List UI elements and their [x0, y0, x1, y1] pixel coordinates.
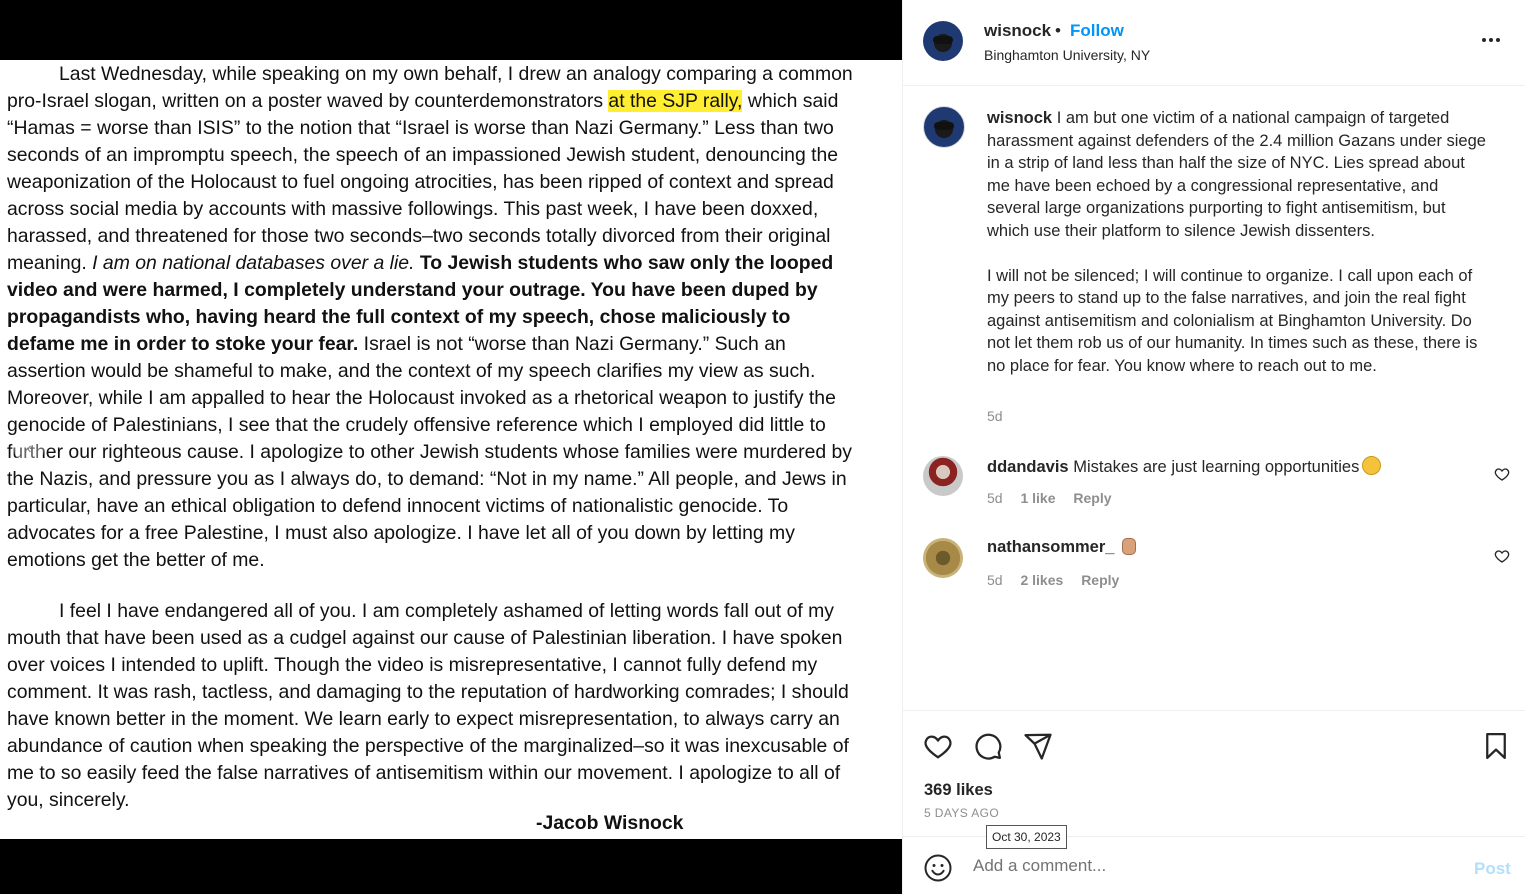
text-line: assertion would be shameful to make, and… — [7, 360, 816, 382]
text-line: you, sincerely. — [7, 789, 130, 811]
caption-timestamp[interactable]: 5d — [987, 408, 1003, 424]
raised-fist-emoji — [1122, 538, 1137, 555]
text-line: weaponization of the Holocaust to fuel o… — [7, 171, 834, 193]
caption-username[interactable]: wisnock — [987, 109, 1052, 127]
comment-text: Mistakes are just learning opportunities — [1073, 458, 1360, 476]
text-line: the Nazis, and pressure you as I always … — [7, 468, 847, 490]
comment-time[interactable]: 5d — [987, 572, 1003, 588]
comment-likes[interactable]: 2 likes — [1020, 572, 1063, 588]
caption-text: I will not be silenced; I will continue … — [987, 266, 1478, 375]
bold-text: To Jewish students who saw only the loop… — [419, 252, 834, 274]
comment: nathansommer_ 5d 2 likes Reply — [903, 538, 1525, 608]
grinning-face-emoji — [1362, 456, 1382, 475]
text-line: seconds of an impromptu speech, the spee… — [7, 144, 839, 166]
comment-time[interactable]: 5d — [987, 490, 1003, 506]
comment: ddandavis Mistakes are just learning opp… — [903, 456, 1525, 526]
post-header: wisnock • Follow Binghamton University, … — [903, 0, 1525, 86]
text-line: propagandists who, having heard the full… — [7, 306, 791, 328]
text-line: across social media by accounts with mas… — [7, 198, 819, 220]
text-line: abundance of caution when speaking the p… — [7, 735, 849, 757]
heart-icon[interactable] — [1494, 548, 1510, 564]
location-link[interactable]: Binghamton University, NY — [984, 47, 1150, 63]
comment-icon[interactable] — [973, 731, 1003, 761]
avatar[interactable] — [923, 538, 963, 578]
text-line: advocates for a free Palestine, I must a… — [7, 522, 795, 544]
text-line: Moreover, while I am appalled to hear th… — [7, 387, 836, 409]
comment-body: nathansommer_ — [987, 538, 1137, 557]
text-line: emotions get the better of me. — [7, 549, 265, 571]
avatar[interactable] — [923, 21, 963, 61]
comment-username[interactable]: ddandavis — [987, 458, 1069, 476]
italic-text: I am on national databases over a lie. — [92, 252, 415, 274]
text-line: me to so easily feed the false narrative… — [7, 762, 841, 784]
comment-meta: 5d 2 likes Reply — [987, 572, 1133, 588]
post-timestamp[interactable]: 5 DAYS AGO — [924, 806, 999, 820]
text-line: Last Wednesday, while speaking on my own… — [59, 63, 853, 85]
document-image: Last Wednesday, while speaking on my own… — [0, 60, 902, 839]
comment-input[interactable] — [973, 851, 1453, 881]
follow-button[interactable]: Follow — [1070, 21, 1124, 41]
share-icon[interactable] — [1023, 731, 1053, 761]
separator-dot: • — [1055, 21, 1061, 40]
text-line: meaning. I am on national databases over… — [7, 252, 834, 274]
date-tooltip: Oct 30, 2023 — [986, 825, 1067, 849]
highlighted-text: at the SJP rally, — [608, 90, 743, 112]
text-line: have known better in the moment. We lear… — [7, 708, 840, 730]
heart-icon[interactable] — [1494, 466, 1510, 482]
post-panel: wisnock • Follow Binghamton University, … — [902, 0, 1525, 894]
smiley-icon[interactable] — [923, 853, 953, 883]
likes-count[interactable]: 369 likes — [924, 781, 993, 800]
comment-likes[interactable]: 1 like — [1020, 490, 1055, 506]
post-media: Last Wednesday, while speaking on my own… — [0, 0, 902, 894]
comment-meta: 5d 1 like Reply — [987, 490, 1126, 506]
comment-username[interactable]: nathansommer_ — [987, 538, 1114, 556]
bookmark-icon[interactable] — [1481, 731, 1511, 761]
avatar[interactable] — [923, 456, 963, 496]
signature: -Jacob Wisnock — [536, 812, 684, 834]
author-username[interactable]: wisnock — [984, 21, 1051, 41]
text-line: pro-Israel slogan, written on a poster w… — [7, 90, 839, 112]
caption-avatar[interactable] — [923, 106, 965, 148]
reply-button[interactable]: Reply — [1073, 490, 1111, 506]
heart-icon[interactable] — [923, 731, 953, 761]
comment-body: ddandavis Mistakes are just learning opp… — [987, 456, 1382, 477]
more-horizontal-icon[interactable] — [1479, 28, 1503, 52]
reply-button[interactable]: Reply — [1081, 572, 1119, 588]
text-line: mouth that have been used as a cudgel ag… — [7, 627, 843, 649]
text-line: genocide of Palestinians, I see that the… — [7, 414, 826, 436]
bold-text: defame me in order to stoke your fear. — [7, 333, 359, 355]
letter-paragraph-1: Last Wednesday, while speaking on my own… — [7, 61, 897, 574]
caption-text: I am but one victim of a national campai… — [987, 109, 1486, 240]
text-line: “Hamas = worse than ISIS” to the notion … — [7, 117, 834, 139]
chevron-left-icon[interactable]: ‹ — [14, 434, 44, 464]
post-caption: wisnock I am but one victim of a nationa… — [987, 107, 1492, 377]
text-line: defame me in order to stoke your fear. I… — [7, 333, 786, 355]
text-line: over voices I intended to uplift. Though… — [7, 654, 818, 676]
letter-paragraph-2: I feel I have endangered all of you. I a… — [7, 598, 897, 814]
text-line: harassed, and threatened for those two s… — [7, 225, 831, 247]
post-button[interactable]: Post — [1474, 859, 1511, 879]
post-actions: 369 likes 5 DAYS AGO Oct 30, 2023 — [903, 710, 1525, 849]
text-line: particular, have an ethical obligation t… — [7, 495, 789, 517]
text-line: video and were harmed, I completely unde… — [7, 279, 818, 301]
text-line: comment. It was rash, tactless, and dama… — [7, 681, 849, 703]
text-line: further our righteous cause. I apologize… — [7, 441, 853, 463]
text-line: I feel I have endangered all of you. I a… — [59, 600, 834, 622]
